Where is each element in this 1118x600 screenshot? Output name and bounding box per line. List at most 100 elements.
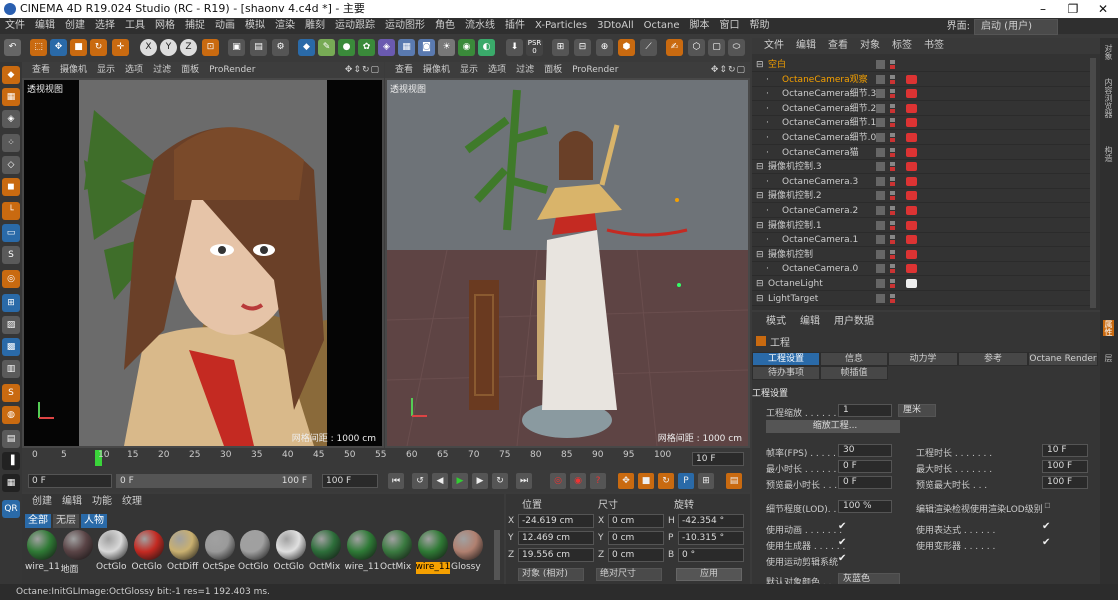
use-expressions-checkbox[interactable]: ✔ [1042,521,1050,532]
visibility-render-icon[interactable] [890,269,895,274]
visibility-render-icon[interactable] [890,123,895,128]
vp-menu-view[interactable]: 查看 [32,62,50,78]
material-swatch[interactable]: OctMix [309,530,343,576]
coordinate-system-icon[interactable]: ⊡ [202,39,219,56]
layout-dropdown[interactable]: 启动 (用户) [974,19,1058,35]
object-row[interactable]: ⊟ 摄像机控制.3 [752,160,1092,175]
expand-icon[interactable]: ⊟ [756,189,764,203]
material-swatch[interactable]: 地面 [61,530,95,576]
light-tag-icon[interactable] [906,279,917,288]
fps-field[interactable]: 30 [838,444,892,457]
visibility-editor-icon[interactable] [890,264,895,269]
timeline-ruler[interactable]: 0 5 10 15 20 25 30 35 40 45 50 55 60 65 … [22,448,750,470]
pos-x-field[interactable]: -24.619 cm [518,514,594,528]
coord-mode-dropdown[interactable]: 对象 (相对) [518,568,584,581]
layer-icon[interactable]: ▤ [2,430,20,448]
attr-menu-userdata[interactable]: 用户数据 [834,314,874,330]
z-axis-icon[interactable]: Z [180,39,197,56]
octane-icon[interactable]: ◐ [478,39,495,56]
octane-camera-tag-icon[interactable] [906,89,917,99]
layer-tag-icon[interactable] [876,118,885,128]
object-row[interactable]: · OctaneCamera细节.0 [752,131,1092,145]
scale-icon[interactable]: ■ [70,39,87,56]
layer-tag-icon[interactable] [876,264,885,274]
object-row[interactable]: · OctaneCamera细节.2 [752,102,1092,116]
use-animation-checkbox[interactable]: ✔ [838,521,846,532]
expand-icon[interactable]: · [766,102,769,116]
visibility-render-icon[interactable] [890,196,895,201]
visibility-editor-icon[interactable] [890,206,895,210]
visibility-render-icon[interactable] [890,65,895,69]
vp-menu-view[interactable]: 查看 [395,62,413,78]
menu-mesh[interactable]: 网格 [150,18,180,34]
knife-icon[interactable]: ⟋ [640,39,657,56]
object-row[interactable]: ⊟ LightTarget [752,292,1092,306]
mat-menu-create[interactable]: 创建 [32,494,52,510]
subdivision-icon[interactable]: ● [338,39,355,56]
visibility-render-icon[interactable] [890,167,895,172]
layer-tag-icon[interactable] [876,206,885,215]
viewport-nav-icons[interactable]: ✥⇕↻▢ [345,62,380,78]
lod-field[interactable]: 100 % [838,500,892,513]
menu-octane[interactable]: Octane [639,18,685,34]
layer-tag-icon[interactable] [876,220,885,230]
material-icon[interactable]: ◉ [458,39,475,56]
use-motion-system-checkbox[interactable]: ✔ [838,553,846,564]
layer-tag-icon[interactable] [876,147,885,157]
material-swatch[interactable]: OctGlo [132,530,166,576]
menu-pipeline[interactable]: 流水线 [460,18,500,34]
mat-tab-all[interactable]: 全部 [25,514,51,528]
vp-menu-prorender[interactable]: ProRender [572,62,618,78]
scale-unit-dropdown[interactable]: 厘米 [898,404,936,417]
visibility-editor-icon[interactable] [890,249,895,254]
keyframe-help-icon[interactable]: ? [590,473,606,489]
menu-edit[interactable]: 编辑 [30,18,60,34]
layer-tag-icon[interactable] [876,191,885,201]
layer-tag-icon[interactable] [876,279,885,288]
obj-menu-view[interactable]: 查看 [828,38,848,54]
vp-menu-camera[interactable]: 摄像机 [423,62,450,78]
tab-layers[interactable]: 层 [1103,354,1114,362]
next-key-icon[interactable]: ↻ [492,473,508,489]
model-mode-icon[interactable]: ◆ [2,66,20,84]
vp-menu-prorender[interactable]: ProRender [209,62,255,78]
attr-menu-mode[interactable]: 模式 [766,314,786,330]
octane-camera-tag-icon[interactable] [906,133,917,142]
object-row[interactable]: · OctaneCamera细节.3 [752,87,1092,102]
material-swatch[interactable]: OctGlo [238,530,272,576]
key-position-icon[interactable]: ✥ [618,473,634,489]
max-time-field[interactable]: 100 F [1042,460,1088,473]
visibility-editor-icon[interactable] [890,133,895,137]
visibility-render-icon[interactable] [890,94,895,99]
rot-b-field[interactable]: 0 ° [678,548,744,562]
visibility-render-icon[interactable] [890,152,895,157]
viewport-left[interactable]: 查看 摄像机 显示 选项 过滤 面板 ProRender ✥⇕↻▢ 透视视图 网格间距 : … [22,62,384,448]
visibility-render-icon[interactable] [890,108,895,113]
obj-menu-tags[interactable]: 标签 [892,38,912,54]
project-scale-field[interactable]: 1 [838,404,892,417]
tab-octane-render[interactable]: Octane Render [1028,352,1098,366]
object-row[interactable]: ⊟ 空白 [752,58,1092,72]
cube-icon[interactable]: ◆ [298,39,315,56]
expand-icon[interactable]: · [766,233,769,247]
workplane-icon[interactable]: ⊟ [574,39,591,56]
layer-tag-icon[interactable] [876,60,885,69]
y-axis-icon[interactable]: Y [160,39,177,56]
visibility-editor-icon[interactable] [890,176,895,181]
expand-icon[interactable]: · [766,146,769,160]
object-row[interactable]: ⊟ OctaneLight [752,277,1092,291]
menu-sculpt[interactable]: 雕刻 [300,18,330,34]
pos-y-field[interactable]: 12.469 cm [518,531,594,545]
menu-3dtoall[interactable]: 3DtoAll [592,18,639,34]
octane-camera-tag-icon[interactable] [906,235,917,245]
undo-icon[interactable]: ↶ [4,39,21,56]
expand-icon[interactable]: ⊟ [756,248,764,262]
menu-tools[interactable]: 工具 [120,18,150,34]
scene-floor-icon[interactable]: ▦ [398,39,415,56]
x-axis-icon[interactable]: X [140,39,157,56]
camera-icon[interactable]: ◙ [418,39,435,56]
menu-xparticles[interactable]: X-Particles [530,18,592,34]
visibility-editor-icon[interactable] [890,162,895,167]
light-icon[interactable]: ☀ [438,39,455,56]
tab-attributes[interactable]: 属性 [1103,320,1114,336]
